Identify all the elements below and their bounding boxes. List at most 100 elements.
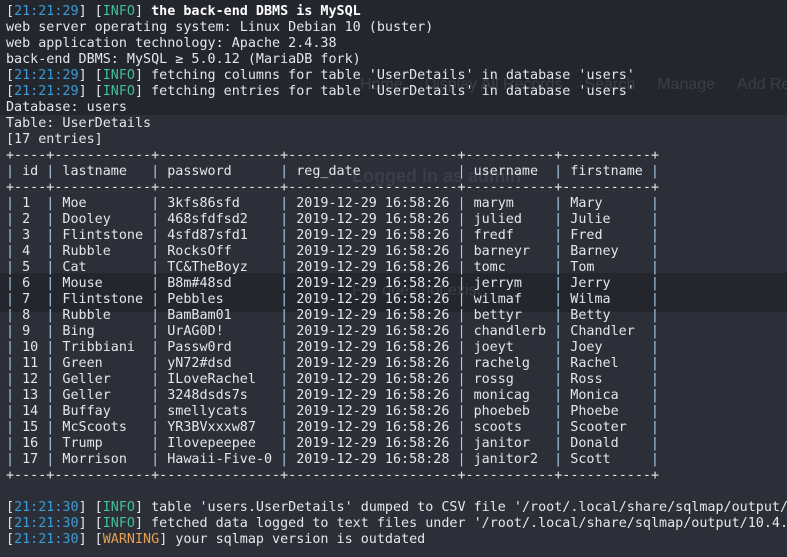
table-cell-firstname: Barney xyxy=(570,244,619,259)
table-pipe: | xyxy=(457,388,474,403)
table-cell-id: 5 xyxy=(22,260,31,275)
table-cell-lastname: Mouse xyxy=(62,276,103,291)
table-pipe: | xyxy=(151,164,168,179)
table-pipe: | xyxy=(554,420,571,435)
table-pipe: | xyxy=(6,228,23,243)
table-pipe: | xyxy=(650,308,659,323)
table-pipe: | xyxy=(46,164,63,179)
log-line: Database: users xyxy=(6,100,787,116)
table-pipe: | xyxy=(6,276,23,291)
table-pipe: | xyxy=(554,196,571,211)
table-pipe: | xyxy=(457,196,474,211)
log-text: the back-end DBMS is MySQL xyxy=(151,4,361,19)
table-cell-username: julied xyxy=(473,212,522,227)
table-pipe: | xyxy=(650,292,659,307)
table-pipe: | xyxy=(554,436,571,451)
log-text: Table: UserDetails xyxy=(6,116,152,131)
table-cell-reg_date: 2019-12-29 16:58:26 xyxy=(296,276,450,291)
table-pipe: | xyxy=(46,196,63,211)
table-cell-username: tomc xyxy=(473,260,506,275)
table-cell-username: janitor xyxy=(473,436,530,451)
table-pipe: | xyxy=(6,452,23,467)
table-cell-password: 4sfd87sfd1 xyxy=(167,228,248,243)
table-cell-reg_date: 2019-12-29 16:58:26 xyxy=(296,436,450,451)
table-pipe: | xyxy=(280,276,297,291)
table-pipe: | xyxy=(650,260,659,275)
log-line: web application technology: Apache 2.4.3… xyxy=(6,36,787,52)
log-level: INFO xyxy=(102,84,135,99)
table-cell-username: scoots xyxy=(473,420,522,435)
table-cell-username: jerrym xyxy=(473,276,522,291)
log-text: [17 entries] xyxy=(6,132,103,147)
table-pipe: | xyxy=(151,340,168,355)
table-cell-password: ILoveRachel xyxy=(167,372,256,387)
log-text: Database: users xyxy=(6,100,127,115)
table-pipe: | xyxy=(650,372,659,387)
table-cell-id: id xyxy=(22,164,39,179)
table-cell-username: chandlerb xyxy=(473,324,547,339)
table-cell-username: wilmaf xyxy=(473,292,522,307)
log-line: back-end DBMS: MySQL ≥ 5.0.12 (MariaDB f… xyxy=(6,52,787,68)
table-cell-lastname: Moe xyxy=(62,196,87,211)
table-pipe: | xyxy=(457,340,474,355)
table-cell-reg_date: 2019-12-29 16:58:26 xyxy=(296,388,450,403)
table-pipe: | xyxy=(650,420,659,435)
table-pipe: | xyxy=(280,404,297,419)
table-cell-id: 15 xyxy=(22,420,39,435)
table-cell-reg_date: 2019-12-29 16:58:26 xyxy=(296,356,450,371)
table-pipe: | xyxy=(6,404,23,419)
table-cell-firstname: Joey xyxy=(570,340,603,355)
table-pipe: | xyxy=(6,388,23,403)
table-cell-username: rachelg xyxy=(473,356,530,371)
table-cell-firstname: Fred xyxy=(570,228,603,243)
log-timestamp: 21:21:29 xyxy=(14,68,79,83)
table-cell-password: Ilovepeepee xyxy=(167,436,256,451)
table-pipe: | xyxy=(280,196,297,211)
table-cell-username: joeyt xyxy=(473,340,514,355)
table-pipe: | xyxy=(457,244,474,259)
table-pipe: | xyxy=(6,260,23,275)
table-cell-password: smellycats xyxy=(167,404,248,419)
table-pipe: | xyxy=(6,324,23,339)
table-cell-lastname: McScoots xyxy=(62,420,127,435)
table-pipe: | xyxy=(457,164,474,179)
table-cell-lastname: Cat xyxy=(62,260,87,275)
table-pipe: | xyxy=(280,340,297,355)
table-cell-lastname: Flintstone xyxy=(62,292,144,307)
table-cell-lastname: Buffay xyxy=(62,404,111,419)
table-border: +----+------------+---------------+-----… xyxy=(6,148,660,163)
table-pipe: | xyxy=(457,212,474,227)
table-row: | 7 | Flintstone | Pebbles | 2019-12-29 16:… xyxy=(6,292,787,308)
table-cell-firstname: Donald xyxy=(570,436,619,451)
table-cell-firstname: Tom xyxy=(570,260,595,275)
table-cell-username: fredf xyxy=(473,228,514,243)
table-pipe: | xyxy=(46,420,63,435)
table-pipe: | xyxy=(46,436,63,451)
table-cell-reg_date: 2019-12-29 16:58:26 xyxy=(296,324,450,339)
table-row: | 2 | Dooley | 468sfdfsd2 | 2019-12-29 16:5… xyxy=(6,212,787,228)
table-pipe: | xyxy=(650,228,659,243)
table-cell-lastname: Flintstone xyxy=(62,228,144,243)
log-timestamp: 21:21:30 xyxy=(14,532,79,547)
table-pipe: | xyxy=(280,452,297,467)
table-cell-id: 16 xyxy=(22,436,39,451)
table-row: | 9 | Bing | UrAG0D! | 2019-12-29 16:58:26 |… xyxy=(6,324,787,340)
table-cell-firstname: Chandler xyxy=(570,324,635,339)
table-pipe: | xyxy=(46,340,63,355)
table-cell-lastname: Rubble xyxy=(62,244,111,259)
table-row: | 16 | Trump | Ilovepeepee | 2019-12-29 16:… xyxy=(6,436,787,452)
table-pipe: | xyxy=(6,436,23,451)
table-cell-lastname: Dooley xyxy=(62,212,111,227)
table-cell-firstname: Betty xyxy=(570,308,611,323)
table-pipe: | xyxy=(457,276,474,291)
terminal-output[interactable]: [21:21:29] [INFO] the back-end DBMS is M… xyxy=(6,4,787,548)
table-pipe: | xyxy=(46,452,63,467)
table-cell-password: Pebbles xyxy=(167,292,224,307)
table-pipe: | xyxy=(554,292,571,307)
table-pipe: | xyxy=(151,420,168,435)
table-cell-id: 1 xyxy=(22,196,31,211)
table-cell-id: 8 xyxy=(22,308,31,323)
table-pipe: | xyxy=(46,212,63,227)
table-pipe: | xyxy=(280,164,297,179)
table-cell-reg_date: 2019-12-29 16:58:26 xyxy=(296,308,450,323)
